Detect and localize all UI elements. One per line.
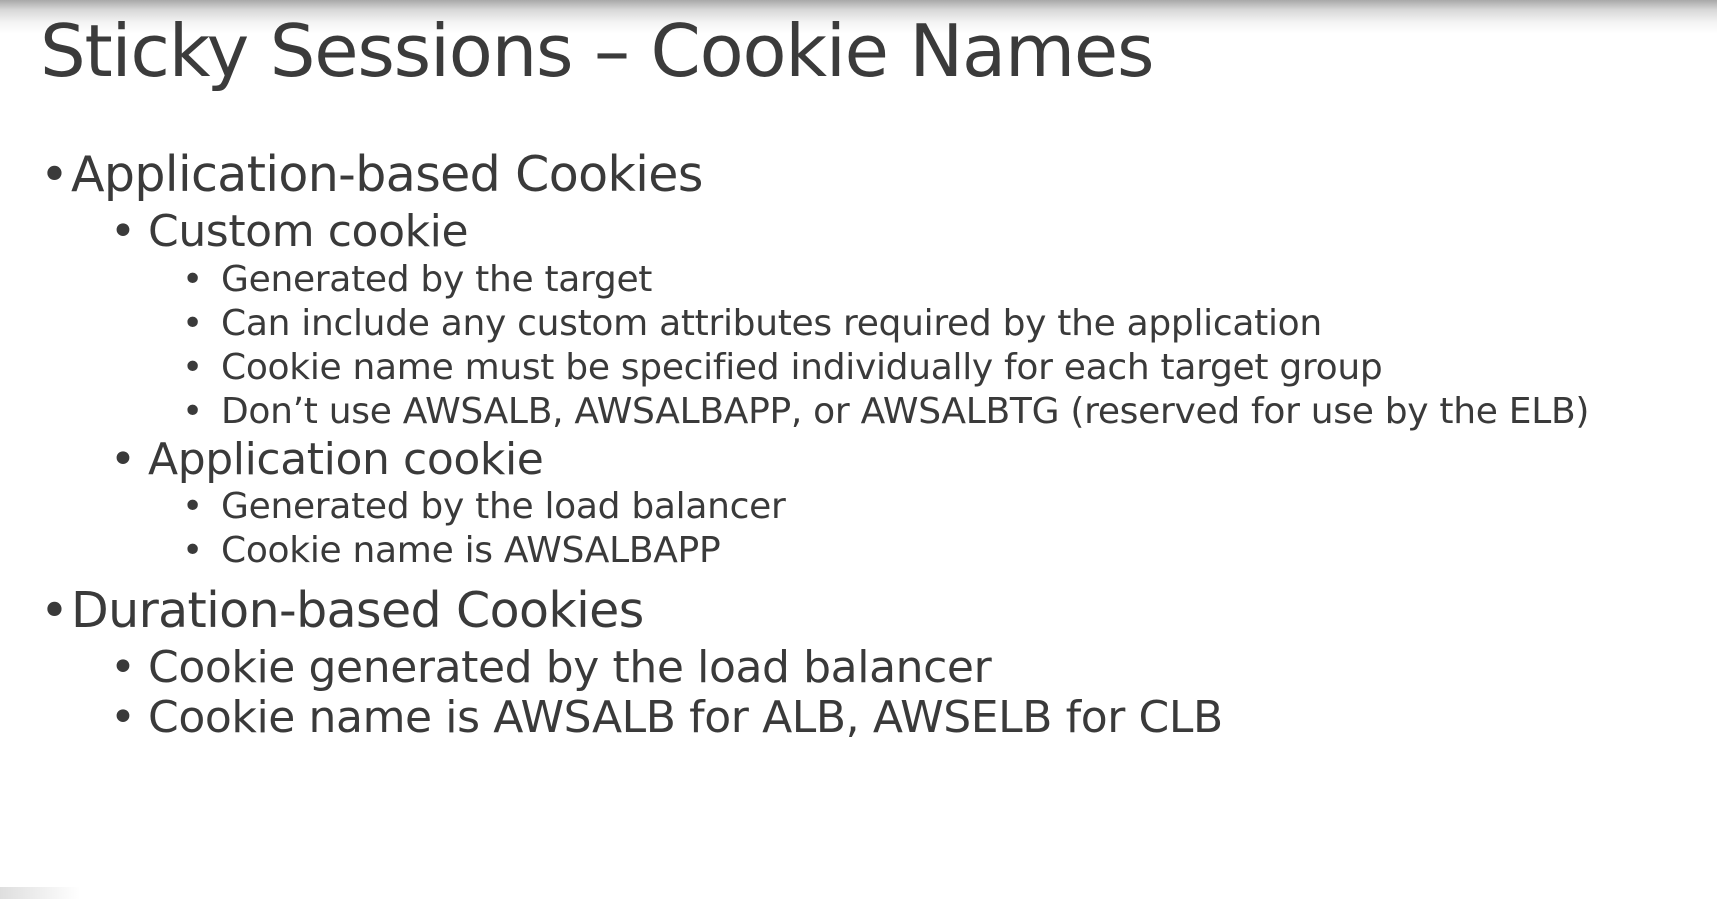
bullet-icon: • [182,347,203,388]
reserved-prefix: Don’t use [221,391,403,432]
cookie-name-prefix: Cookie name is [221,530,504,571]
group-label-text: Application cookie [148,434,544,485]
list-item-text: Cookie name must be specified individual… [221,347,1383,388]
cookie-name-awsalbtg: AWSALBTG [860,391,1060,432]
bullet-icon: • [182,303,203,344]
slide: Sticky Sessions – Cookie Names • Applica… [0,0,1717,899]
section-heading-text: Application-based Cookies [71,146,703,203]
slide-title: Sticky Sessions – Cookie Names [40,9,1155,93]
bullet-icon: • [40,582,69,639]
bullet-icon: • [182,391,203,432]
bullet-icon: • [110,642,136,693]
cookie-name-awsalbapp: AWSALBAPP [574,391,791,432]
bottom-decoration [0,887,80,899]
cookie-name-awsalb: AWSALB [493,692,676,743]
list-item-text: Cookie generated by the load balancer [148,642,992,693]
cookie-name-suffix: for CLB [1052,692,1224,743]
reserved-suffix: (reserved for use by the ELB) [1059,391,1590,432]
cookie-name-awsalb: AWSALB [402,391,553,432]
cookie-name-awsalbapp: AWSALBAPP [503,530,721,571]
bullet-icon: • [110,692,136,743]
reserved-separator: , or [790,391,861,432]
bullet-icon: • [182,530,203,571]
list-item-text: Cookie name is AWSALBAPP [221,530,721,571]
cookie-name-prefix: Cookie name is [148,692,494,743]
section-heading-text: Duration-based Cookies [71,582,644,639]
bullet-icon: • [40,146,69,203]
cookie-name-awselb: AWSELB [872,692,1053,743]
bullet-icon: • [110,434,136,485]
bullet-icon: • [182,486,203,527]
list-item-text: Don’t use AWSALB, AWSALBAPP, or AWSALBTG… [221,394,1589,430]
list-item-text: Generated by the load balancer [221,486,786,527]
list-item-text: Can include any custom attributes requir… [221,303,1322,344]
bullet-icon: • [110,206,136,257]
list-item-text: Generated by the target [221,259,653,300]
group-label-text: Custom cookie [148,206,469,257]
reserved-separator: , [552,391,575,432]
bullet-icon: • [182,259,203,300]
list-item-text: Cookie name is AWSALB for ALB, AWSELB fo… [148,696,1223,740]
cookie-name-middle: for ALB, [675,692,873,743]
